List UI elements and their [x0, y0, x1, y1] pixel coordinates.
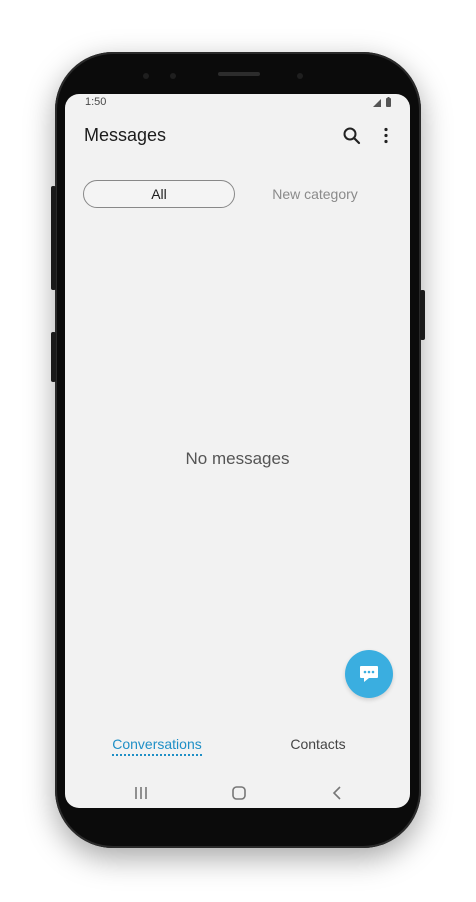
signal-icon [373, 99, 381, 107]
screen: 1:50 Messages All New category No messag… [65, 94, 410, 808]
page-title: Messages [84, 125, 167, 145]
status-time: 1:50 [85, 96, 107, 108]
active-tab-indicator [112, 754, 202, 756]
light-sensor [297, 73, 303, 79]
new-category-button[interactable]: New category [255, 180, 375, 208]
search-icon[interactable] [342, 126, 362, 146]
power-button [420, 290, 425, 340]
empty-state-text: No messages [185, 449, 290, 468]
tab-contacts-label: Contacts [290, 736, 346, 752]
more-options-icon[interactable] [376, 126, 396, 146]
volume-button [51, 332, 56, 382]
tab-conversations[interactable]: Conversations [111, 736, 203, 756]
home-icon[interactable] [227, 781, 251, 805]
front-camera [143, 73, 149, 79]
device-frame: 1:50 Messages All New category No messag… [0, 0, 476, 902]
navigation-bar [65, 778, 410, 808]
earpiece [218, 72, 260, 76]
compose-fab-button[interactable] [345, 650, 393, 698]
recent-apps-icon[interactable] [129, 781, 153, 805]
status-icons [373, 97, 391, 107]
status-bar: 1:50 [65, 94, 410, 110]
compose-message-icon [360, 666, 378, 682]
battery-icon [386, 98, 391, 107]
back-icon[interactable] [325, 781, 349, 805]
tab-conversations-label: Conversations [112, 736, 202, 752]
category-all-button[interactable]: All [83, 180, 235, 208]
bixby-button [51, 186, 56, 290]
tab-contacts[interactable]: Contacts [283, 736, 353, 752]
proximity-sensor [170, 73, 176, 79]
